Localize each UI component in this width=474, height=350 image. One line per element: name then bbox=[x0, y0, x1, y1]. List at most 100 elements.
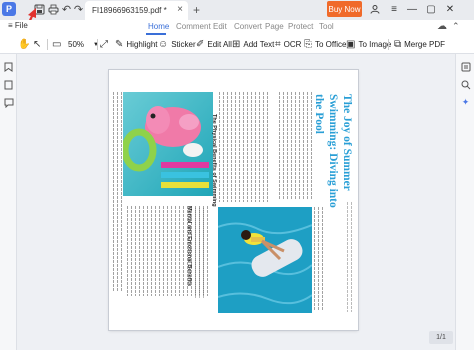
tab-home[interactable]: Home bbox=[148, 22, 169, 31]
text-line bbox=[171, 206, 172, 296]
text-line bbox=[207, 206, 208, 296]
text-line bbox=[303, 92, 304, 200]
text-line bbox=[227, 92, 228, 202]
expand-button[interactable]: ⤢ bbox=[100, 38, 108, 51]
text-line bbox=[231, 92, 232, 202]
bookmark-icon[interactable] bbox=[3, 61, 14, 72]
zoom-select[interactable]: 50% ▼ bbox=[68, 38, 99, 51]
document-title-line-1: The Joy of Summer bbox=[341, 94, 353, 191]
close-window-icon[interactable]: ✕ bbox=[443, 2, 457, 16]
expand-icon: ⤢ bbox=[100, 39, 108, 50]
tab-protect[interactable]: Protect bbox=[288, 22, 313, 31]
text-line bbox=[179, 206, 180, 296]
tab-convert[interactable]: Convert bbox=[234, 22, 262, 31]
minimize-icon[interactable]: — bbox=[405, 2, 419, 16]
physical-benefits-heading: The Physical Benefits of Swimming bbox=[211, 114, 217, 207]
ai-sparkle-icon[interactable]: ✦ bbox=[460, 97, 471, 108]
text-line bbox=[259, 92, 260, 202]
tab-comment[interactable]: Comment bbox=[176, 22, 211, 31]
text-line bbox=[235, 92, 236, 202]
divider bbox=[388, 39, 389, 50]
sticker-button[interactable]: ☺ Sticker bbox=[158, 38, 196, 51]
tab-page[interactable]: Page bbox=[265, 22, 284, 31]
to-office-button[interactable]: ⎘ To Office bbox=[304, 38, 346, 51]
search-icon[interactable] bbox=[460, 79, 471, 90]
text-line bbox=[322, 207, 323, 311]
menu-icon[interactable]: ≡ bbox=[387, 2, 401, 16]
select-tool-button[interactable]: ↖ bbox=[33, 38, 41, 51]
text-line bbox=[347, 202, 348, 312]
title-bar: P ↶ ↷ FI18966963159.pdf * × + Buy Now ≡ … bbox=[0, 0, 474, 20]
text-line bbox=[255, 92, 256, 202]
text-line bbox=[251, 92, 252, 202]
edit-all-button[interactable]: ✐ Edit All bbox=[196, 38, 232, 51]
merge-icon: ⧉ bbox=[394, 39, 402, 50]
collapse-icon[interactable]: ⌃ bbox=[452, 21, 460, 32]
highlight-label: Highlight bbox=[126, 40, 158, 49]
hand-icon: ✋ bbox=[18, 39, 31, 50]
buy-now-button[interactable]: Buy Now bbox=[327, 1, 362, 17]
text-line bbox=[117, 92, 118, 292]
text-line bbox=[299, 92, 300, 200]
text-line bbox=[159, 206, 160, 296]
text-line bbox=[223, 92, 224, 202]
text-line bbox=[239, 92, 240, 202]
text-line bbox=[143, 206, 144, 296]
hand-tool-button[interactable]: ✋ bbox=[18, 38, 30, 51]
comment-icon[interactable] bbox=[3, 97, 14, 108]
ocr-label: OCR bbox=[283, 40, 302, 49]
divider bbox=[97, 39, 98, 50]
text-line bbox=[147, 206, 148, 296]
page-counter: 1/1 bbox=[429, 331, 453, 344]
close-tab-icon[interactable]: × bbox=[177, 4, 183, 15]
new-tab-icon[interactable]: + bbox=[193, 3, 200, 17]
pdf-page: The Physical Benefits of Swimming Mental… bbox=[109, 70, 358, 330]
text-line bbox=[151, 206, 152, 296]
divider bbox=[47, 39, 48, 50]
menu-bar: ≡ File Home Comment Edit Convert Page Pr… bbox=[0, 20, 474, 35]
text-line bbox=[139, 206, 140, 296]
account-icon[interactable] bbox=[368, 2, 382, 16]
properties-icon[interactable] bbox=[460, 61, 471, 72]
right-sidebar: ✦ bbox=[455, 54, 474, 350]
office-icon: ⎘ bbox=[304, 39, 312, 50]
document-tab[interactable]: FI18966963159.pdf * × bbox=[85, 1, 188, 20]
thumbnail-icon[interactable] bbox=[3, 79, 14, 90]
text-line bbox=[351, 202, 352, 312]
text-line bbox=[311, 92, 312, 200]
zoom-value: 50% bbox=[68, 40, 85, 49]
ocr-icon: ⌗ bbox=[275, 39, 281, 50]
text-line bbox=[318, 207, 319, 311]
tab-edit[interactable]: Edit bbox=[213, 22, 227, 31]
text-line bbox=[135, 206, 136, 296]
text-line bbox=[127, 206, 128, 296]
file-menu-label: File bbox=[14, 21, 28, 30]
sticker-label: Sticker bbox=[171, 40, 196, 49]
highlight-button[interactable]: ✎ Highlight bbox=[115, 38, 158, 51]
maximize-icon[interactable]: ▢ bbox=[424, 2, 438, 16]
text-line bbox=[113, 92, 114, 292]
sticker-icon: ☺ bbox=[158, 39, 169, 50]
text-line bbox=[203, 208, 204, 298]
document-tab-label: FI18966963159.pdf * bbox=[92, 6, 167, 15]
edit-all-label: Edit All bbox=[207, 40, 232, 49]
redo-icon[interactable]: ↷ bbox=[72, 3, 85, 16]
text-line bbox=[131, 206, 132, 296]
cloud-icon[interactable]: ☁ bbox=[437, 21, 447, 32]
print-icon[interactable] bbox=[47, 3, 60, 16]
swimmer-pool-image bbox=[218, 207, 312, 313]
to-image-button[interactable]: ▣ To Image bbox=[346, 38, 391, 51]
image-icon: ▣ bbox=[346, 39, 356, 50]
file-menu[interactable]: ≡ File bbox=[8, 21, 28, 30]
tab-tool[interactable]: Tool bbox=[319, 22, 334, 31]
add-text-button[interactable]: ⊞ Add Text bbox=[232, 38, 274, 51]
add-text-label: Add Text bbox=[243, 40, 275, 49]
document-title-line-3: the Pool bbox=[313, 94, 325, 134]
merge-pdf-button[interactable]: ⧉ Merge PDF bbox=[394, 38, 445, 51]
fit-page-button[interactable]: ▭ bbox=[52, 38, 61, 51]
left-sidebar bbox=[0, 54, 17, 350]
ocr-button[interactable]: ⌗ OCR bbox=[275, 38, 301, 51]
text-line bbox=[287, 92, 288, 200]
text-line bbox=[163, 206, 164, 296]
text-line bbox=[155, 206, 156, 296]
